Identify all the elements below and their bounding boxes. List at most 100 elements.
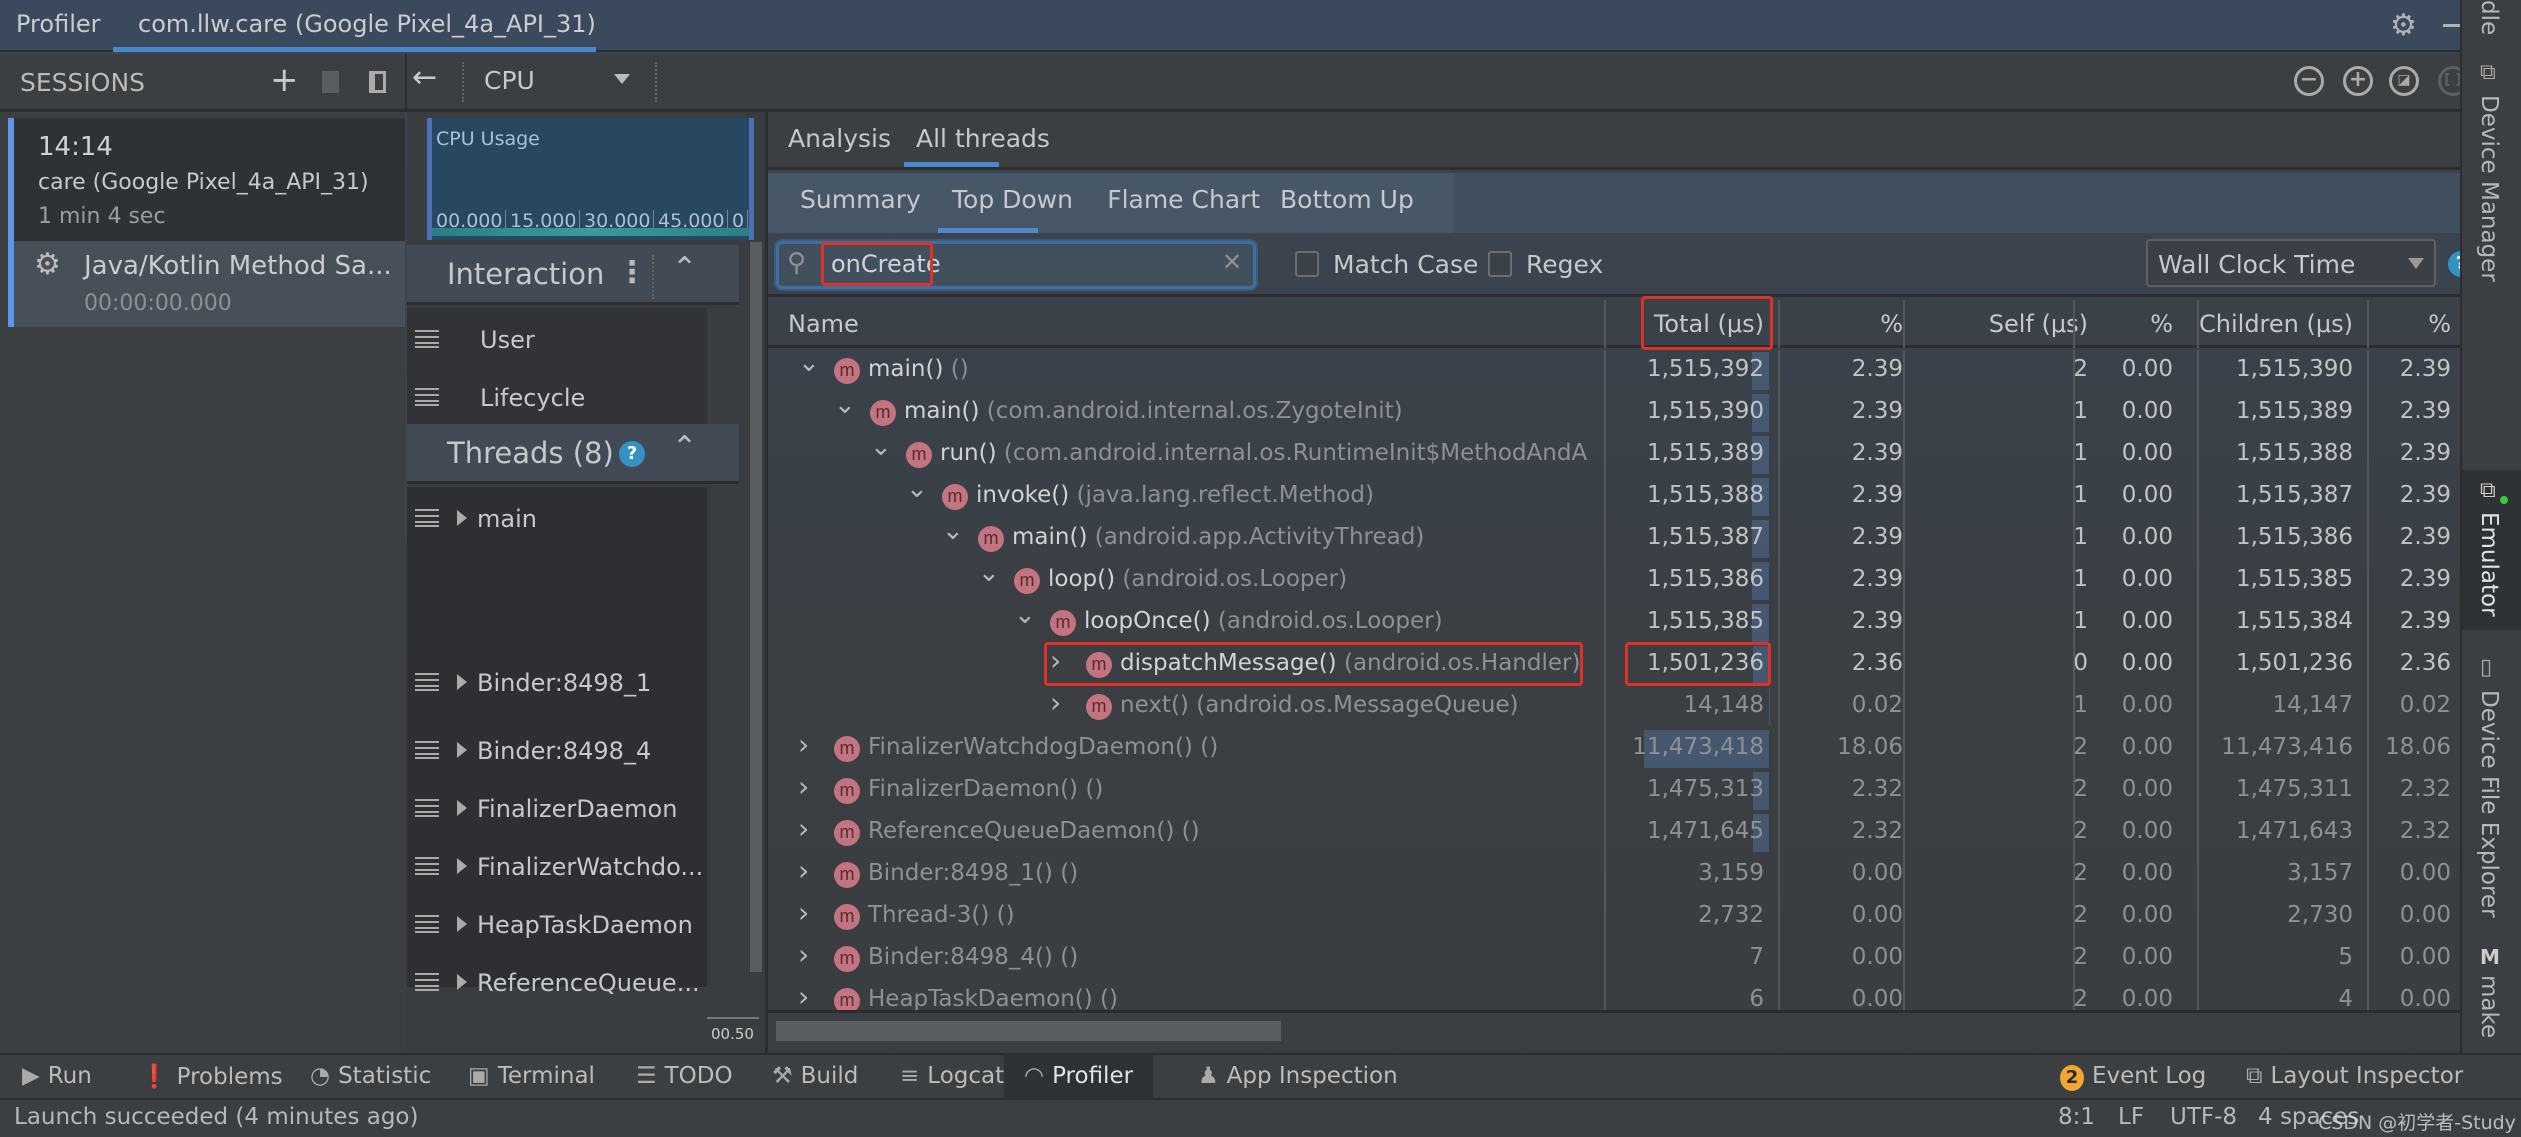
event-log-button[interactable]: 2 Event Log [2060,1063,2206,1091]
drag-handle-icon[interactable] [415,673,439,691]
match-case-checkbox[interactable] [1295,251,1319,277]
chevron-down-icon[interactable]: ⌄ [978,558,1000,588]
layout-inspector-button[interactable]: ⧉ Layout Inspector [2246,1063,2463,1089]
session-item[interactable]: 14:14 care (Google Pixel_4a_API_31) 1 mi… [8,118,405,241]
regex-label[interactable]: Regex [1526,250,1603,279]
column-divider[interactable] [1778,300,1780,348]
chevron-right-icon[interactable]: › [798,980,809,1013]
stop-session-button[interactable] [322,71,339,93]
table-row[interactable]: ⌄ m main() () 1,515,392 2.39 2 0.00 1,515,390 2.… [768,348,2463,392]
reset-zoom-icon[interactable]: ◪ [2389,66,2419,96]
tool-window-terminal[interactable]: ▣ Terminal [468,1063,595,1089]
profiler-type-select[interactable]: CPU [480,60,630,100]
column-header[interactable]: % [2428,310,2451,338]
column-divider[interactable] [2197,300,2199,348]
tool-window-logcat[interactable]: ≡ Logcat [900,1063,1004,1089]
chevron-right-icon[interactable]: › [798,854,809,887]
tool-window-problems[interactable]: ❗ Problems [140,1063,283,1090]
line-separator[interactable]: LF [2118,1104,2144,1130]
table-row[interactable]: ⌄ m main() (android.app.ActivityThread) 1,5… [768,516,2463,560]
back-arrow-icon[interactable]: ← [412,60,437,95]
column-divider[interactable] [1903,300,1905,348]
recording-item[interactable]: ⚙ Java/Kotlin Method Sa... 00:00:00.000 [8,241,405,327]
drag-handle-icon[interactable] [415,973,439,991]
drag-handle-icon[interactable] [415,330,439,348]
help-icon[interactable]: ? [619,441,645,467]
drag-handle-icon[interactable] [415,915,439,933]
right-tool-make[interactable]: make [2476,975,2502,1038]
table-row[interactable]: › m ReferenceQueueDaemon() () 1,471,645 2.32… [768,812,2463,854]
table-row[interactable]: › m FinalizerWatchdogDaemon() () 11,473,418… [768,728,2463,770]
threads-scrollbar[interactable] [750,242,762,972]
collapse-chevron-icon[interactable]: ⌃ [672,251,697,286]
chevron-right-icon[interactable]: › [798,770,809,803]
collapse-sessions-button[interactable] [369,71,386,93]
match-case-label[interactable]: Match Case [1333,250,1478,279]
thread-track[interactable]: HeapTaskDaemon [407,901,707,951]
expand-triangle-icon[interactable] [457,916,467,932]
expand-triangle-icon[interactable] [457,974,467,990]
thread-track[interactable]: main [407,495,707,545]
more-options-icon[interactable]: ⋮ [617,255,647,290]
expand-triangle-icon[interactable] [457,742,467,758]
add-session-button[interactable]: + [270,60,299,100]
zoom-out-icon[interactable]: − [2294,66,2324,96]
tab-all-threads[interactable]: All threads [916,124,1050,153]
table-row[interactable]: ⌄ m main() (com.android.internal.os.Zygote… [768,390,2463,434]
column-header[interactable]: Children (μs) [2199,310,2353,338]
drag-handle-icon[interactable] [415,799,439,817]
expand-triangle-icon[interactable] [457,510,467,526]
chevron-down-icon[interactable]: ⌄ [870,432,892,462]
drag-handle-icon[interactable] [415,509,439,527]
column-header[interactable]: % [2150,310,2173,338]
thread-track[interactable]: Binder:8498_4 [407,727,707,777]
expand-triangle-icon[interactable] [457,800,467,816]
status-message[interactable]: Launch succeeded (4 minutes ago) [14,1104,418,1130]
thread-track[interactable]: ReferenceQueue... [407,959,707,1009]
chevron-right-icon[interactable]: › [798,938,809,971]
right-tool-device-manager[interactable]: Device Manager [2476,95,2502,282]
table-row[interactable]: › m FinalizerDaemon() () 1,475,313 2.32 2 0.00… [768,770,2463,812]
caret-position[interactable]: 8:1 [2058,1104,2095,1130]
column-divider[interactable] [2367,300,2369,348]
file-encoding[interactable]: UTF-8 [2170,1104,2237,1130]
column-divider[interactable] [2073,300,2075,348]
chevron-down-icon[interactable]: ⌄ [798,348,820,378]
table-row[interactable]: › m dispatchMessage() (android.os.Handler)… [768,642,2463,686]
table-row[interactable]: ⌄ m loopOnce() (android.os.Looper) 1,515,38… [768,600,2463,644]
tool-window-app-inspection[interactable]: ♟ App Inspection [1198,1063,1398,1089]
expand-triangle-icon[interactable] [457,674,467,690]
thread-track[interactable]: FinalizerWatchdo... [407,843,707,893]
table-row[interactable]: › m next() (android.os.MessageQueue) 14,148… [768,686,2463,728]
horizontal-scrollbar[interactable] [768,1010,2463,1050]
right-tool-emulator-active[interactable]: ⧉ Emulator [2462,470,2521,630]
scrollbar-thumb[interactable] [776,1021,1281,1041]
zoom-in-icon[interactable]: + [2343,66,2373,96]
table-row[interactable]: › m Binder:8498_1() () 3,159 0.00 2 0.00 3,157 0… [768,854,2463,896]
table-row[interactable]: ⌄ m invoke() (java.lang.reflect.Method) 1,5… [768,474,2463,518]
thread-track[interactable]: Binder:8498_1 [407,659,707,709]
collapse-chevron-icon[interactable]: ⌃ [672,430,697,465]
table-row[interactable]: › m Thread-3() () 2,732 0.00 2 0.00 2,730 0.00 [768,896,2463,938]
tab-flame-chart[interactable]: Flame Chart [1107,185,1260,214]
right-tool-gradle[interactable]: dle [2476,0,2502,35]
chevron-down-icon[interactable]: ⌄ [942,516,964,546]
table-row[interactable]: ⌄ m loop() (android.os.Looper) 1,515,386 2.3… [768,558,2463,602]
chevron-right-icon[interactable]: › [1050,686,1061,719]
right-tool-device-file-explorer[interactable]: Device File Explorer [2476,690,2502,918]
table-row[interactable]: › m Binder:8498_4() () 7 0.00 2 0.00 5 0.00 [768,938,2463,980]
clock-type-select[interactable]: Wall Clock Time [2146,239,2436,287]
column-divider[interactable] [1604,300,1606,348]
drag-handle-icon[interactable] [415,741,439,759]
tab-summary[interactable]: Summary [800,185,921,214]
chevron-down-icon[interactable]: ⌄ [1014,600,1036,630]
drag-handle-icon[interactable] [415,388,439,406]
gear-icon[interactable]: ⚙ [2390,8,2417,43]
tool-window-run[interactable]: ▶ Run [22,1063,92,1089]
drag-handle-icon[interactable] [415,857,439,875]
table-row[interactable]: ⌄ m run() (com.android.internal.os.Runtime… [768,432,2463,476]
chevron-down-icon[interactable]: ⌄ [906,474,928,504]
tool-window-profiler[interactable]: ◠ Profiler [1004,1055,1154,1099]
expand-triangle-icon[interactable] [457,858,467,874]
interaction-track-lifecycle[interactable]: Lifecycle [407,374,707,424]
